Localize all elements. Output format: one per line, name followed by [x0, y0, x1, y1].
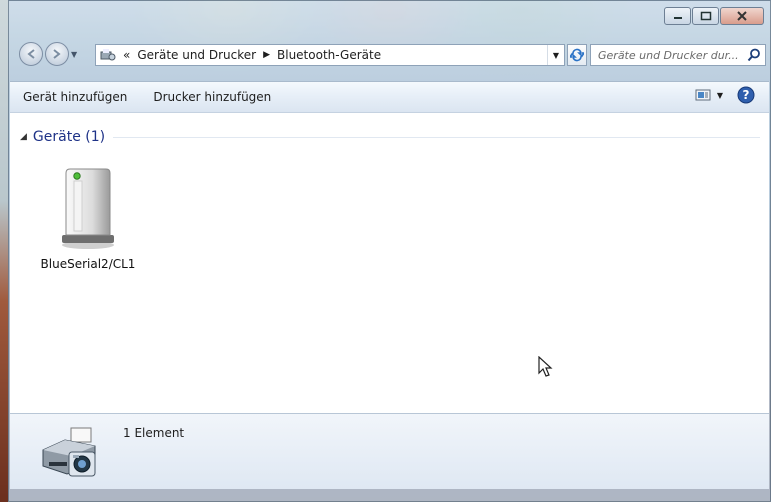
forward-button[interactable] [45, 42, 69, 66]
back-button[interactable] [19, 42, 43, 66]
device-item[interactable]: BlueSerial2/CL1 [38, 167, 138, 287]
navigation-bar: ▼ « Geräte und Drucker ▶ Bluetooth-Gerät… [15, 41, 766, 69]
search-input[interactable]: Geräte und Drucker dur... [590, 44, 766, 66]
minimize-button[interactable] [664, 7, 691, 25]
group-title: Geräte (1) [32, 129, 106, 145]
close-button[interactable] [720, 7, 764, 25]
refresh-icon [570, 48, 584, 62]
recent-pages-dropdown[interactable]: ▼ [71, 50, 77, 59]
mouse-pointer-icon [538, 356, 553, 377]
change-view-button[interactable]: ▼ [695, 89, 723, 101]
svg-text:?: ? [743, 88, 750, 102]
item-count: 1 Element [123, 426, 185, 440]
add-printer-button[interactable]: Drucker hinzufügen [140, 85, 284, 109]
forward-arrow-icon [53, 49, 61, 59]
devices-printers-icon [100, 49, 116, 61]
search-placeholder: Geräte und Drucker dur... [598, 48, 739, 62]
search-icon[interactable] [747, 48, 761, 62]
maximize-button[interactable] [692, 7, 719, 25]
caption-buttons [664, 7, 764, 25]
devices-printers-large-icon [42, 427, 96, 477]
refresh-button[interactable] [567, 44, 587, 66]
bluetooth-device-tower-icon [62, 168, 114, 249]
content-pane: ◢ Geräte (1) BlueSerial2/CL1 [10, 113, 769, 413]
minimize-icon [673, 17, 682, 19]
breadcrumb-separator-icon[interactable]: ▶ [263, 50, 270, 60]
explorer-window: ▼ « Geräte und Drucker ▶ Bluetooth-Gerät… [8, 0, 771, 502]
command-bar: Gerät hinzufügen Drucker hinzufügen ▼ ? [10, 81, 769, 113]
view-dropdown-icon[interactable]: ▼ [717, 91, 723, 100]
group-divider [113, 136, 760, 138]
close-icon [737, 11, 747, 21]
address-dropdown-button[interactable]: ▼ [547, 45, 564, 65]
address-bar[interactable]: « Geräte und Drucker ▶ Bluetooth-Geräte … [95, 44, 565, 66]
breadcrumb-bluetooth-devices[interactable]: Bluetooth-Geräte [277, 48, 381, 62]
address-overflow[interactable]: « [123, 48, 130, 62]
device-label: BlueSerial2/CL1 [40, 257, 136, 271]
details-pane: 1 Element [10, 413, 769, 489]
help-icon[interactable]: ? [737, 86, 755, 104]
collapse-arrow-icon[interactable]: ◢ [20, 132, 27, 142]
breadcrumb-devices-printers[interactable]: Geräte und Drucker [137, 48, 256, 62]
add-device-button[interactable]: Gerät hinzufügen [10, 85, 140, 109]
back-arrow-icon [27, 49, 35, 59]
view-options-icon [695, 89, 711, 101]
maximize-icon [700, 11, 711, 21]
group-header[interactable]: ◢ Geräte (1) [20, 127, 760, 147]
